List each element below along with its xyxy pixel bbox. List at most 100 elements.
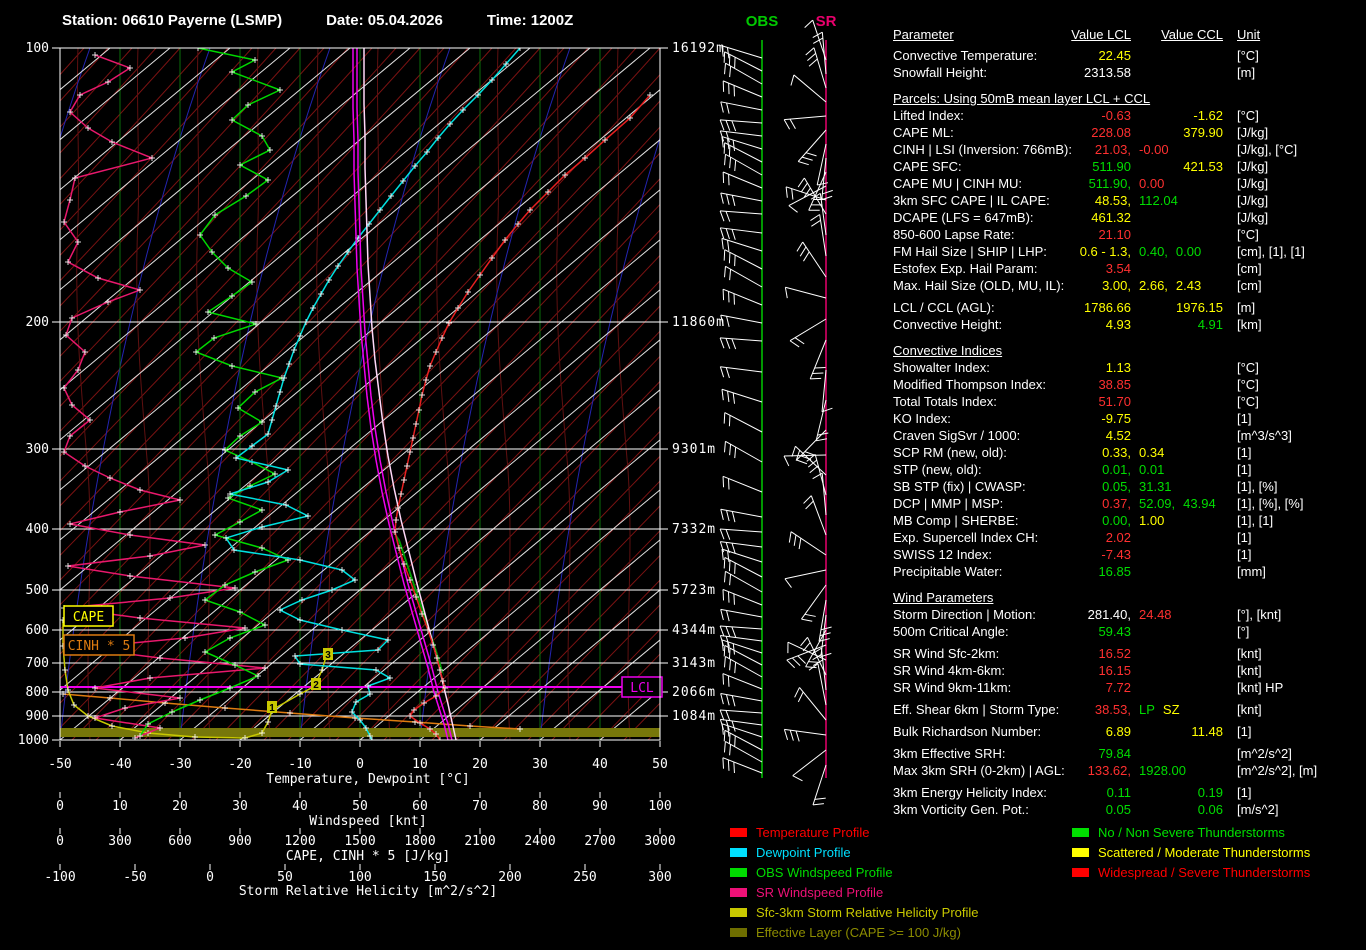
unit-label: [J/kg], [°C]: [1237, 142, 1298, 157]
altitude-label: 9301m: [672, 442, 716, 457]
profile-marker: [269, 417, 275, 423]
param-label: SR Wind 4km-6km:: [893, 663, 1005, 678]
axis-tick-label: 150: [423, 870, 446, 885]
profile-marker: [265, 719, 271, 725]
profile-marker: [319, 667, 325, 673]
value-part: 16.15: [1098, 663, 1131, 678]
value-part: 4.91: [1197, 317, 1223, 332]
axis-tick-label: 1800: [404, 834, 435, 849]
altitude-label: 7332m: [672, 522, 716, 537]
axis-tick-label: 200: [498, 870, 521, 885]
legend-item: Sfc-3km Storm Relative Helicity Profile: [730, 902, 979, 922]
profile-marker: [122, 705, 128, 711]
profile-marker: [262, 622, 268, 628]
unit-cell: [J/kg]: [1223, 209, 1363, 226]
value-lcl: 38.53,: [1095, 701, 1131, 718]
legend-label: No / Non Severe Thunderstorms: [1098, 824, 1285, 840]
wind-barb-feather: [725, 211, 731, 222]
altitude-label: 2066m: [672, 685, 716, 700]
profile-marker: [237, 609, 243, 615]
value-part: -0.63: [1101, 108, 1131, 123]
value-part: 4.52: [1105, 428, 1131, 443]
dry-adiabat-line: [359, 430, 660, 740]
value-extra: 24.48: [1131, 606, 1223, 623]
table-row: Convective Temperature: 22.45 [°C]: [893, 47, 1363, 64]
value-lcl: -9.75: [1101, 410, 1131, 427]
wind-barb-feather: [784, 578, 792, 588]
param-label: MB Comp | SHERBE:: [893, 513, 1019, 528]
wind-barb-feather: [785, 186, 788, 198]
table-row: Exp. Supercell Index CH: 2.02 [1]: [893, 529, 1363, 546]
wind-barb-feather: [801, 618, 813, 622]
axis-tick-label: 20: [172, 799, 188, 814]
value-lcl: 4.93: [1106, 316, 1131, 333]
profile-marker: [127, 573, 133, 579]
value-part: 228.08: [1091, 125, 1131, 140]
row-label-value: Modified Thompson Index: 38.85: [893, 376, 1131, 393]
profile-marker: [212, 532, 218, 538]
wind-barb-feather: [725, 228, 730, 240]
row-label-value: KO Index: -9.75: [893, 410, 1131, 427]
row-label-value: SR Wind 4km-6km: 16.15: [893, 662, 1131, 679]
altitude-label: 1084m: [672, 709, 716, 724]
table-row: Precipitable Water: 16.85 [mm]: [893, 563, 1363, 580]
unit-label: [°]: [1237, 624, 1250, 639]
wind-barb-feather: [812, 31, 823, 39]
header-cell: Unit: [1223, 26, 1363, 43]
wind-barb-feather: [719, 625, 725, 637]
wind-barb-feather: [729, 744, 731, 756]
wind-barb-feather: [797, 655, 806, 664]
legend-swatch-icon: [1072, 867, 1089, 877]
value-part: -0.00: [1139, 142, 1169, 157]
axis-title: CAPE, CINH * 5 [J/kg]: [286, 849, 450, 864]
param-label: CAPE ML:: [893, 125, 954, 140]
wind-barb-feather: [725, 367, 730, 379]
param-label: Convective Temperature:: [893, 48, 1038, 63]
unit-cell: [°C]: [1223, 47, 1363, 64]
unit-cell: [cm]: [1223, 260, 1363, 277]
table-row: MB Comp | SHERBE: 0.00, 1.00 [1], [1]: [893, 512, 1363, 529]
unit-cell: [°C]: [1223, 107, 1363, 124]
pressure-label: 200: [26, 315, 49, 330]
value-ccl: -1.62: [1131, 107, 1223, 124]
wind-barb-feather: [721, 389, 724, 401]
table-row: 3km SFC CAPE | IL CAPE: 48.53, 112.04 [J/kg…: [893, 192, 1363, 209]
dry-adiabat-line: [431, 505, 660, 740]
wind-barb-feather: [720, 192, 724, 204]
value-part: 11.48: [1191, 724, 1223, 739]
unit-cell: [m]: [1223, 299, 1363, 316]
value-lcl: 7.72: [1106, 679, 1131, 696]
unit-cell: [m]: [1223, 64, 1363, 81]
lcl-label: LCL: [630, 681, 654, 696]
param-label: SR Wind 9km-11km:: [893, 680, 1012, 695]
value-part: 6.89: [1105, 724, 1131, 739]
profile-marker: [259, 507, 265, 513]
axis-tick-label: 2400: [524, 834, 555, 849]
wind-barb: [785, 286, 827, 299]
axis-2: 0 300 600 900 1200 1500 1800 2100 2400 2700 3000 CA…: [56, 828, 676, 864]
wind-barb-feather: [788, 205, 798, 213]
value-part: 0.01: [1139, 462, 1165, 477]
unit-cell: [°], [knt]: [1223, 606, 1363, 623]
wind-barb-feather: [723, 142, 726, 154]
profile-marker: [291, 347, 297, 353]
altitude-label: 5723m: [672, 583, 716, 598]
row-label-value: Convective Height: 4.93: [893, 316, 1131, 333]
wind-barb-feather: [726, 316, 730, 327]
row-label-value: CAPE MU | CINH MU: 511.90,: [893, 175, 1131, 192]
dry-adiabat-line: [816, 48, 890, 740]
value-ccl: 0.19: [1131, 784, 1223, 801]
value-extra: [1131, 745, 1223, 762]
unit-cell: [knt]: [1223, 645, 1363, 662]
parameter-table: Parameter Value LCL Value CCL Unit Convectiv…: [893, 26, 1363, 818]
axis-tick-label: 10: [412, 757, 428, 772]
unit-label: [J/kg]: [1237, 159, 1269, 174]
wind-barb-feather: [723, 412, 726, 424]
value-part: 52.09,: [1139, 496, 1176, 511]
isotherm-line: [359, 489, 660, 740]
value-lcl: 0.6 - 1.3,: [1080, 243, 1131, 260]
wind-barb-feather: [725, 694, 730, 706]
legend-item: Effective Layer (CAPE >= 100 J/kg): [730, 922, 979, 942]
wind-barb-feather: [804, 613, 816, 617]
profile-marker: [177, 497, 183, 503]
